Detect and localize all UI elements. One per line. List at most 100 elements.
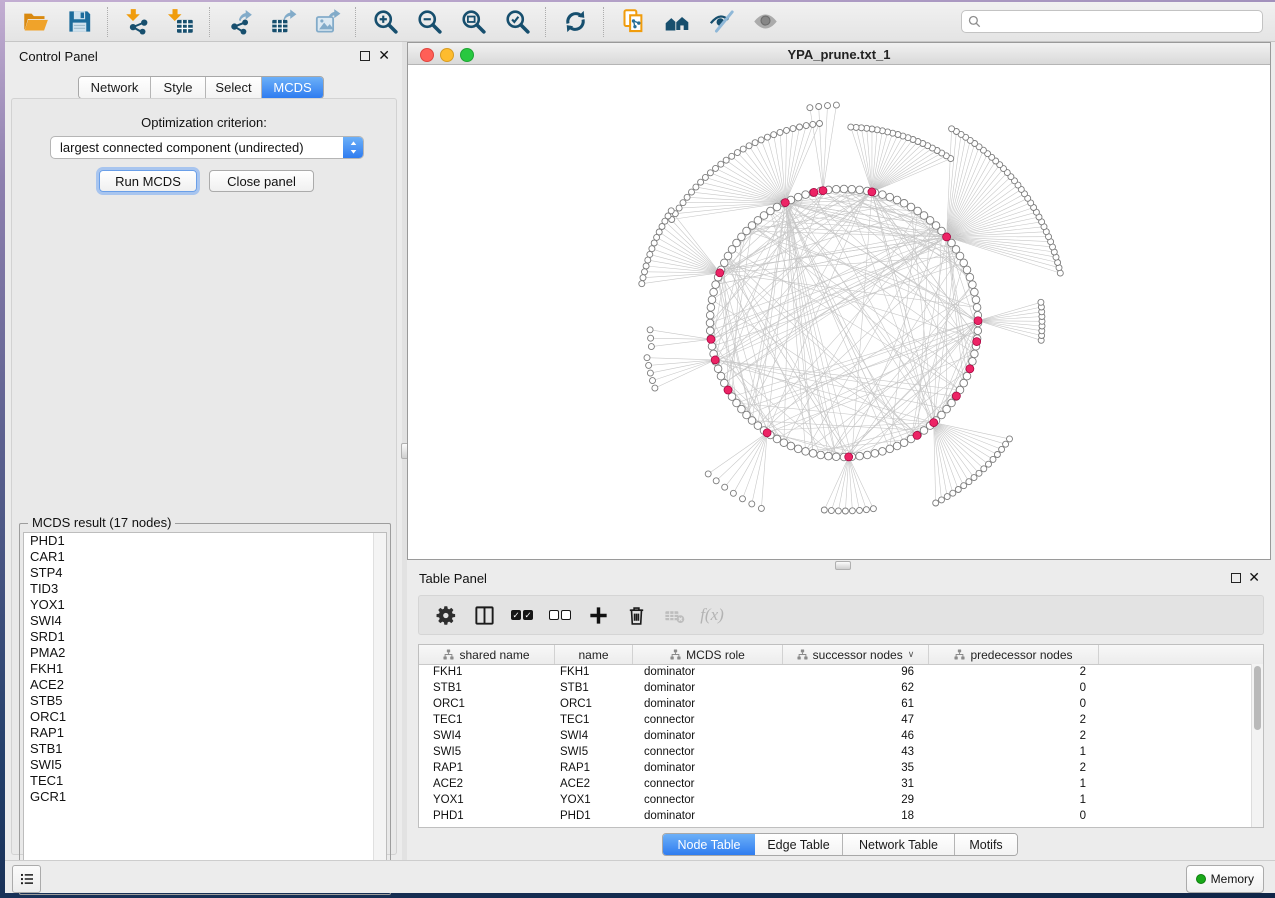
table-row[interactable]: SWI5 SWI5 connector 43 1: [419, 744, 1252, 760]
toolbar-separator: [355, 7, 357, 37]
select-all-columns-icon[interactable]: ✓✓: [505, 600, 539, 630]
tab-style[interactable]: Style: [151, 77, 206, 98]
table-row[interactable]: RAP1 RAP1 dominator 35 2: [419, 760, 1252, 776]
zoom-out-icon[interactable]: [411, 6, 447, 38]
main-toolbar: [5, 2, 1275, 42]
mcds-result-item[interactable]: SRD1: [24, 629, 386, 645]
mcds-result-item[interactable]: STB5: [24, 693, 386, 709]
column-header-predecessor-nodes[interactable]: predecessor nodes: [929, 645, 1099, 664]
delete-columns-trash-icon[interactable]: [619, 600, 653, 630]
close-panel-button[interactable]: Close panel: [209, 170, 314, 192]
refresh-icon[interactable]: [557, 6, 593, 38]
control-panel-title: Control Panel: [19, 49, 98, 64]
float-panel-icon[interactable]: [360, 51, 370, 61]
table-row[interactable]: STB1 STB1 dominator 62 0: [419, 680, 1252, 696]
table-row[interactable]: FKH1 FKH1 dominator 96 2: [419, 664, 1252, 680]
mcds-result-item[interactable]: STB1: [24, 741, 386, 757]
tab-motifs[interactable]: Motifs: [955, 834, 1017, 855]
table-row[interactable]: ACE2 ACE2 connector 31 1: [419, 776, 1252, 792]
column-header-shared-name[interactable]: shared name: [419, 645, 555, 664]
status-bar: Memory: [5, 860, 1275, 893]
task-history-list-button[interactable]: [12, 865, 41, 893]
select-stepper-icon: [343, 137, 363, 158]
node-table: shared name name MCDS role successor nod…: [418, 644, 1264, 828]
network-window-titlebar[interactable]: YPA_prune.txt_1: [408, 43, 1270, 65]
zoom-selected-icon[interactable]: [499, 6, 535, 38]
export-network-icon[interactable]: [221, 6, 257, 38]
tab-network[interactable]: Network: [79, 77, 151, 98]
application-window: Control Panel ✕ Network Style Select MCD…: [5, 2, 1275, 893]
mcds-result-item[interactable]: TEC1: [24, 773, 386, 789]
table-header-row: shared name name MCDS role successor nod…: [419, 645, 1263, 665]
zoom-fit-icon[interactable]: [455, 6, 491, 38]
toolbar-separator: [209, 7, 211, 37]
hide-selected-eye-slash-icon[interactable]: [703, 6, 739, 38]
mcds-result-item[interactable]: ORC1: [24, 709, 386, 725]
import-table-icon[interactable]: [163, 6, 199, 38]
tab-select[interactable]: Select: [206, 77, 262, 98]
table-row[interactable]: ORC1 ORC1 dominator 61 0: [419, 696, 1252, 712]
search-input[interactable]: [986, 14, 1256, 30]
criterion-selected-value: largest connected component (undirected): [51, 140, 343, 155]
table-scrollbar-thumb[interactable]: [1254, 666, 1261, 730]
duplicate-network-icon[interactable]: [615, 6, 651, 38]
export-table-icon[interactable]: [265, 6, 301, 38]
show-all-eye-icon[interactable]: [747, 6, 783, 38]
table-row[interactable]: SWI4 SWI4 dominator 46 2: [419, 728, 1252, 744]
memory-button[interactable]: Memory: [1186, 865, 1264, 893]
zoom-in-icon[interactable]: [367, 6, 403, 38]
column-header-name[interactable]: name: [555, 645, 633, 664]
search-box[interactable]: [961, 10, 1263, 33]
column-header-mcds-role[interactable]: MCDS role: [633, 645, 783, 664]
mcds-result-group: MCDS result (17 nodes) PHD1CAR1STP4TID3Y…: [19, 523, 391, 895]
mcds-result-item[interactable]: TID3: [24, 581, 386, 597]
mcds-result-item[interactable]: PHD1: [24, 533, 386, 549]
mcds-result-item[interactable]: STP4: [24, 565, 386, 581]
mcds-result-item[interactable]: PMA2: [24, 645, 386, 661]
column-header-filler: [1099, 645, 1263, 664]
mcds-result-item[interactable]: RAP1: [24, 725, 386, 741]
column-tree-icon: [670, 649, 681, 660]
table-row[interactable]: YOX1 YOX1 connector 29 1: [419, 792, 1252, 808]
column-tree-icon: [443, 649, 454, 660]
save-session-icon[interactable]: [61, 6, 97, 38]
mcds-result-item[interactable]: YOX1: [24, 597, 386, 613]
table-scrollbar[interactable]: [1251, 664, 1263, 827]
neighbors-houses-icon[interactable]: [659, 6, 695, 38]
close-panel-icon[interactable]: ✕: [1248, 569, 1260, 585]
table-body: FKH1 FKH1 dominator 96 2 STB1 STB1 domin…: [419, 664, 1252, 827]
memory-label: Memory: [1211, 872, 1254, 886]
float-panel-icon[interactable]: [1231, 573, 1241, 583]
mcds-list-scrollbar[interactable]: [373, 533, 386, 890]
table-row[interactable]: PHD1 PHD1 dominator 18 0: [419, 808, 1252, 824]
run-mcds-button[interactable]: Run MCDS: [99, 170, 197, 192]
column-header-successor-nodes[interactable]: successor nodes ∨: [783, 645, 929, 664]
network-graph[interactable]: [408, 65, 1270, 559]
control-panel-tabs: Network Style Select MCDS: [78, 76, 324, 99]
toolbar-separator: [107, 7, 109, 37]
tab-network-table[interactable]: Network Table: [843, 834, 955, 855]
mcds-result-item[interactable]: ACE2: [24, 677, 386, 693]
table-row[interactable]: TEC1 TEC1 connector 47 2: [419, 712, 1252, 728]
control-panel: Control Panel ✕ Network Style Select MCD…: [5, 42, 402, 860]
mcds-result-item[interactable]: SWI5: [24, 757, 386, 773]
export-image-icon[interactable]: [309, 6, 345, 38]
tab-edge-table[interactable]: Edge Table: [755, 834, 843, 855]
close-panel-icon[interactable]: ✕: [378, 47, 390, 63]
delete-table-icon-disabled: [657, 600, 691, 630]
show-column-panel-icon[interactable]: [467, 600, 501, 630]
open-file-icon[interactable]: [17, 6, 53, 38]
tab-mcds[interactable]: MCDS: [262, 77, 323, 98]
criterion-select[interactable]: largest connected component (undirected): [50, 136, 364, 159]
deselect-all-columns-icon[interactable]: [543, 600, 577, 630]
mcds-result-item[interactable]: SWI4: [24, 613, 386, 629]
mcds-result-list[interactable]: PHD1CAR1STP4TID3YOX1SWI4SRD1PMA2FKH1ACE2…: [23, 532, 387, 891]
tab-node-table[interactable]: Node Table: [663, 834, 755, 855]
mcds-result-item[interactable]: FKH1: [24, 661, 386, 677]
mcds-result-item[interactable]: CAR1: [24, 549, 386, 565]
table-settings-gear-icon[interactable]: [429, 600, 463, 630]
mcds-result-item[interactable]: GCR1: [24, 789, 386, 805]
import-network-icon[interactable]: [119, 6, 155, 38]
add-column-icon[interactable]: [581, 600, 615, 630]
network-window-title: YPA_prune.txt_1: [408, 47, 1270, 62]
